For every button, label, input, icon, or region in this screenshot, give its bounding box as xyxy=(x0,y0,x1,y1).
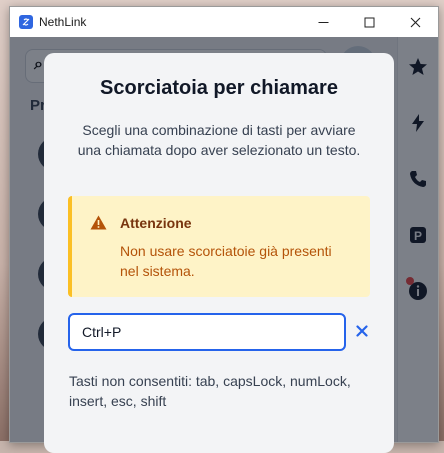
dialog-title: Scorciatoia per chiamare xyxy=(100,77,338,99)
warning-icon xyxy=(90,215,107,230)
title-bar[interactable]: NethLink xyxy=(10,7,438,37)
alert-title: Attenzione xyxy=(120,215,192,231)
minimize-icon xyxy=(318,21,328,23)
close-icon xyxy=(356,325,368,337)
alert-message: Non usare scorciatoie già presenti nel s… xyxy=(120,243,332,279)
close-icon xyxy=(410,17,420,27)
shortcut-input[interactable] xyxy=(68,313,346,351)
dialog-description: Scegli una combinazione di tasti per avv… xyxy=(77,122,361,158)
close-window-button[interactable] xyxy=(392,7,438,37)
shortcut-dialog: Scorciatoia per chiamare Scegli una comb… xyxy=(44,53,394,453)
minimize-button[interactable] xyxy=(300,7,346,37)
warning-alert: Attenzione Non usare scorciatoie già pre… xyxy=(68,196,370,297)
nethlink-logo-icon xyxy=(19,15,33,29)
maximize-icon xyxy=(364,17,374,27)
maximize-button[interactable] xyxy=(346,7,392,37)
clear-shortcut-button[interactable] xyxy=(354,323,370,339)
window-title: NethLink xyxy=(39,15,87,29)
disallowed-keys-note: Tasti non consentiti: tab, capsLock, num… xyxy=(69,373,351,409)
